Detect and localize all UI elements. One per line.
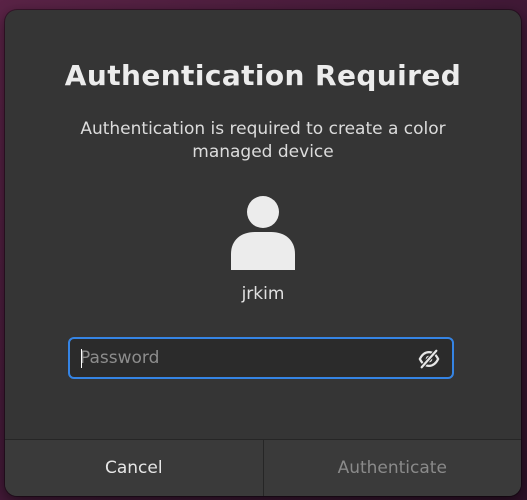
text-caret [81, 349, 82, 368]
user-avatar-icon [231, 196, 295, 270]
dialog-button-bar: Cancel Authenticate [5, 439, 521, 496]
password-input[interactable] [80, 339, 400, 377]
authenticate-button[interactable]: Authenticate [263, 440, 521, 496]
cancel-button[interactable]: Cancel [5, 440, 264, 496]
eye-slash-icon[interactable] [418, 348, 440, 370]
username-label: jrkim [241, 284, 285, 304]
dialog-title: Authentication Required [64, 59, 462, 92]
dialog-message: Authentication is required to create a c… [80, 119, 446, 162]
authentication-dialog: Authentication Required Authentication i… [5, 10, 521, 496]
password-field[interactable] [68, 337, 454, 379]
